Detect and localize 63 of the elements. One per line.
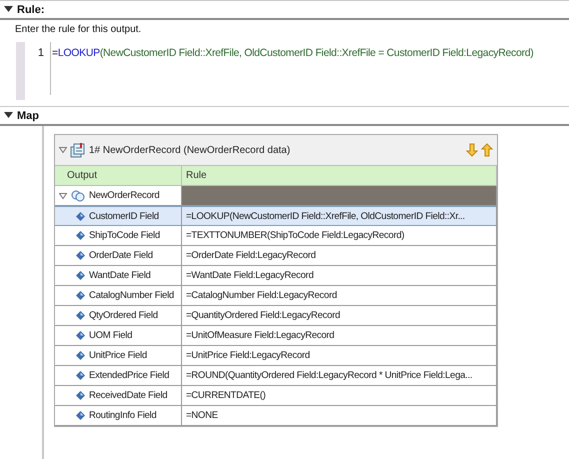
field-icon: [76, 371, 85, 380]
record-group-icon: [71, 188, 85, 202]
rule-cell[interactable]: =TEXTTONUMBER(ShipToCode Field:LegacyRecord): [182, 226, 497, 246]
rule-cell[interactable]: =LOOKUP(NewCustomerID Field::XrefFile, OldCustomerID Field::Xr...: [182, 206, 497, 226]
tree-row[interactable]: NewOrderRecord: [55, 186, 182, 206]
field-cell[interactable]: OrderDate Field: [55, 246, 182, 266]
field-icon: [76, 231, 85, 240]
rule-cell[interactable]: =CatalogNumber Field:LegacyRecord: [182, 286, 497, 306]
field-cell[interactable]: CustomerID Field: [55, 206, 182, 226]
field-icon: [76, 351, 85, 360]
expand-triangle-icon[interactable]: [59, 146, 67, 154]
column-header: Rule: [182, 166, 497, 186]
line-number: 1: [36, 46, 45, 61]
field-name: UnitPrice Field: [89, 350, 147, 361]
field-cell[interactable]: UnitPrice Field: [55, 346, 182, 366]
field-cell[interactable]: RoutingInfo Field: [55, 406, 182, 426]
field-name: RoutingInfo Field: [89, 410, 156, 421]
rule-cell[interactable]: =UnitOfMeasure Field:LegacyRecord: [182, 326, 497, 346]
expand-triangle-icon[interactable]: [59, 192, 67, 200]
field-cell[interactable]: UOM Field: [55, 326, 182, 346]
field-cell[interactable]: ExtendedPrice Field: [55, 366, 182, 386]
rule-cell[interactable]: =ROUND(QuantityOrdered Field:LegacyRecord * UnitPrice Field:Lega...: [182, 366, 497, 386]
field-cell[interactable]: ReceivedDate Field: [55, 386, 182, 406]
field-cell[interactable]: CatalogNumber Field: [55, 286, 182, 306]
collapse-triangle-icon[interactable]: [4, 5, 13, 14]
panel-title: 1# NewOrderRecord (NewOrderRecord data): [89, 144, 292, 156]
field-name: ShipToCode Field: [89, 230, 160, 241]
column-header: Output: [55, 166, 182, 186]
section-title: Map: [17, 110, 39, 122]
field-icon: [76, 391, 85, 400]
record-name: NewOrderRecord: [89, 190, 160, 201]
rule-code[interactable]: =LOOKUP(NewCustomerID Field::XrefFile, OldCustomerID Field::XrefFile = CustomerID Field:LegacyRecord): [50, 42, 534, 95]
field-name: CatalogNumber Field: [89, 290, 174, 301]
field-name: ExtendedPrice Field: [89, 370, 170, 381]
field-name: WantDate Field: [89, 270, 151, 281]
field-cell[interactable]: WantDate Field: [55, 266, 182, 286]
field-name: OrderDate Field: [89, 250, 153, 261]
field-name: QtyOrdered Field: [89, 310, 158, 321]
field-icon: [76, 311, 85, 320]
rule-cell[interactable]: =NONE: [182, 406, 497, 426]
record-icon: [70, 142, 86, 158]
field-icon: [76, 251, 85, 260]
collapse-triangle-icon[interactable]: [4, 111, 13, 120]
move-down-icon[interactable]: [466, 143, 478, 157]
rule-cell[interactable]: =QuantityOrdered Field:LegacyRecord: [182, 306, 497, 326]
field-name: UOM Field: [89, 330, 132, 341]
rule-cell[interactable]: =CURRENTDATE(): [182, 386, 497, 406]
rule-description: Enter the rule for this output.: [14, 23, 142, 37]
section-title: Rule:: [17, 4, 44, 16]
field-cell[interactable]: ShipToCode Field: [55, 226, 182, 246]
field-icon: [76, 331, 85, 340]
move-up-icon[interactable]: [481, 143, 493, 157]
rule-cell[interactable]: =UnitPrice Field:LegacyRecord: [182, 346, 497, 366]
rule-cell[interactable]: =OrderDate Field:LegacyRecord: [182, 246, 497, 266]
field-icon: [76, 271, 85, 280]
field-name: ReceivedDate Field: [89, 390, 168, 401]
field-icon: [76, 411, 85, 420]
field-icon: [76, 291, 85, 300]
editor-gutter: [16, 42, 25, 100]
field-cell[interactable]: QtyOrdered Field: [55, 306, 182, 326]
rule-cell[interactable]: =WantDate Field:LegacyRecord: [182, 266, 497, 286]
field-icon: [76, 212, 85, 220]
field-name: CustomerID Field: [89, 210, 159, 222]
